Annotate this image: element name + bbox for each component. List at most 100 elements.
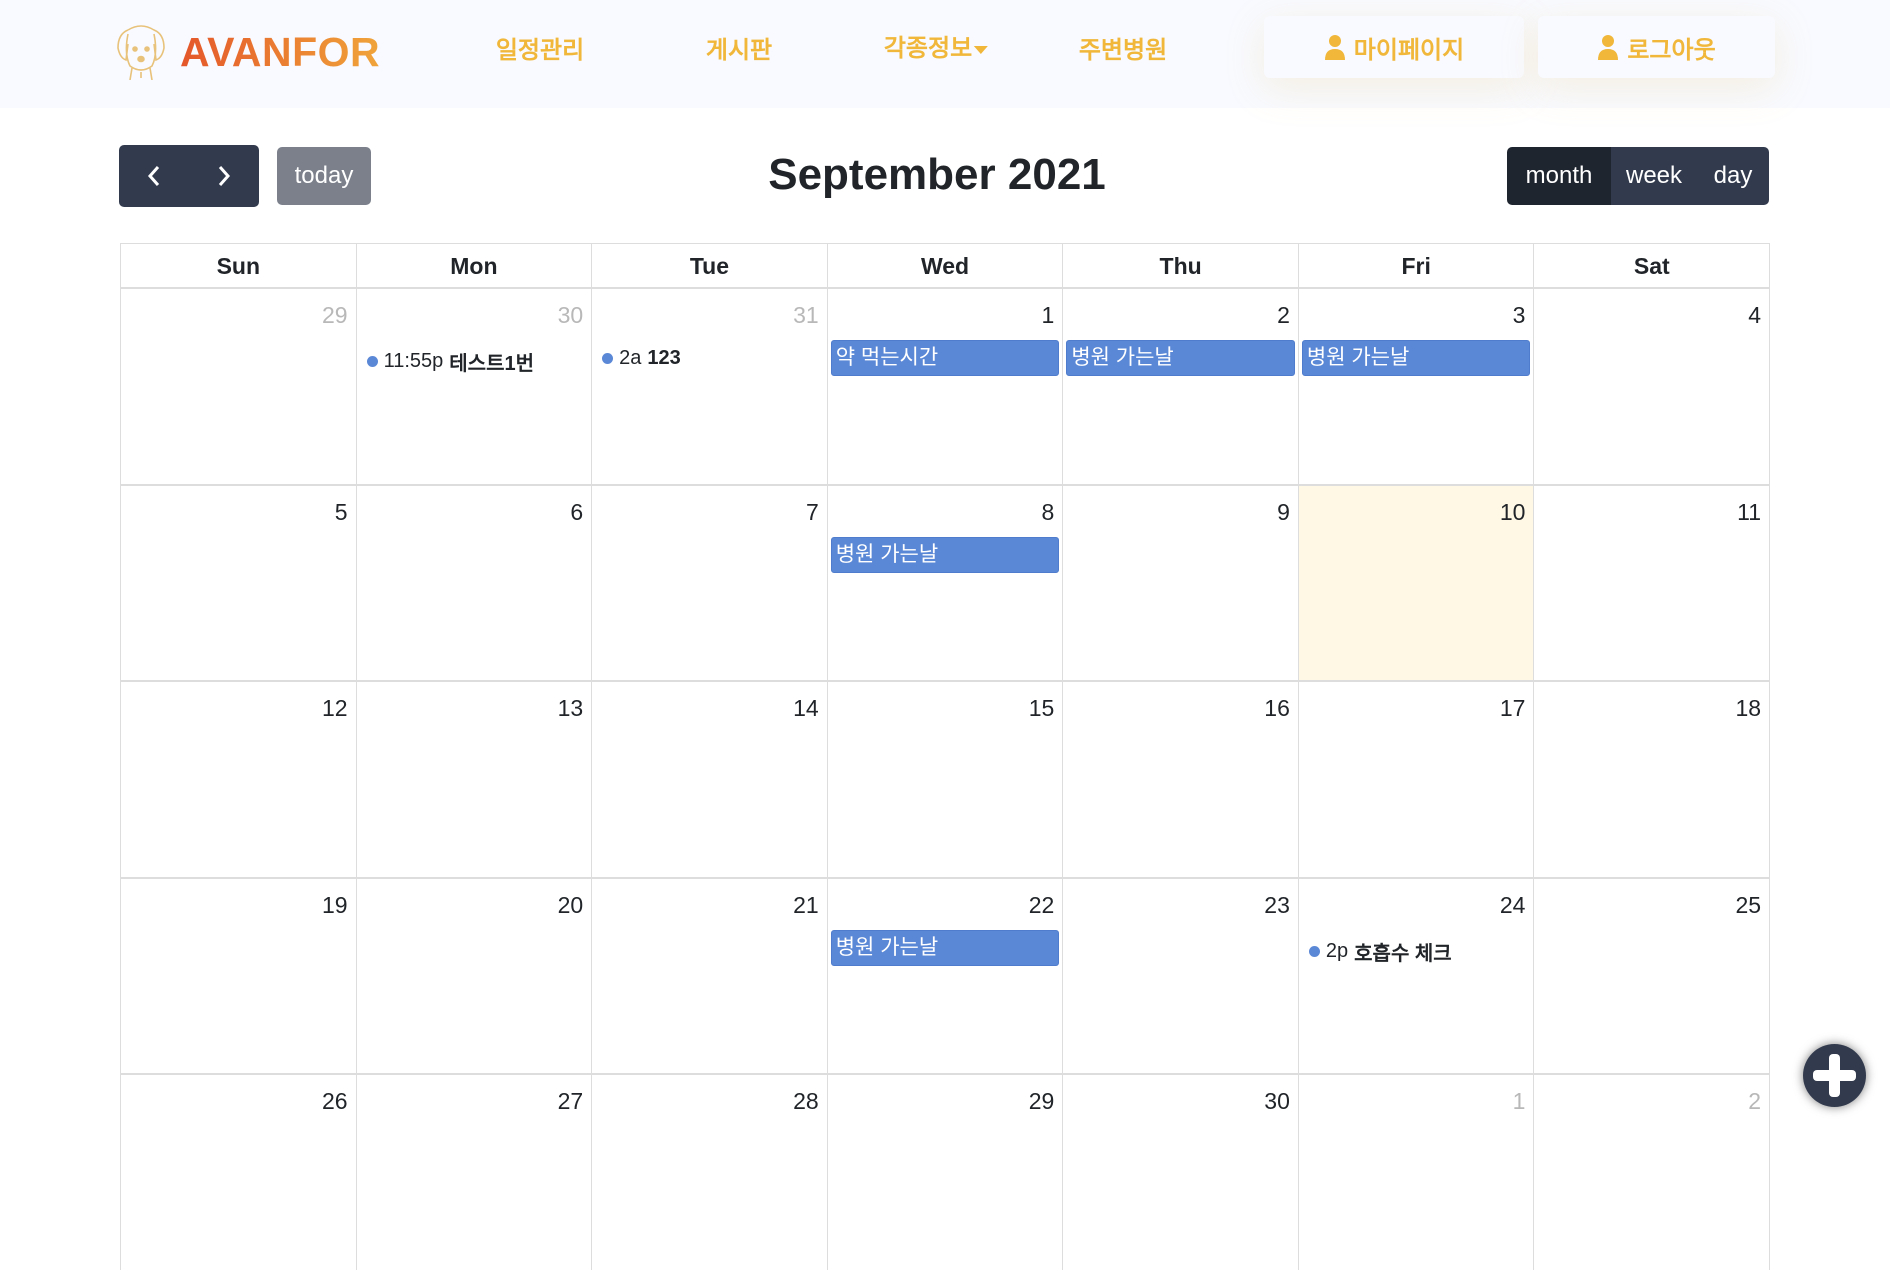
day-number[interactable]: 16 <box>1264 695 1290 722</box>
add-event-button[interactable] <box>1803 1044 1866 1107</box>
weekday-mon: Mon <box>355 244 592 287</box>
nav-info-dropdown[interactable]: 각종정보 <box>884 28 989 63</box>
day-number[interactable]: 5 <box>335 499 348 526</box>
calendar-event[interactable]: 2a 123 <box>602 347 681 370</box>
day-cell[interactable]: 15 <box>826 682 1063 877</box>
mypage-button[interactable]: 마이페이지 <box>1264 16 1524 78</box>
event-time: 2p <box>1325 939 1349 962</box>
calendar-event[interactable]: 약 먹는시간 <box>830 340 1060 376</box>
day-number[interactable]: 6 <box>570 499 583 526</box>
day-number[interactable]: 28 <box>793 1088 819 1115</box>
nav-board[interactable]: 게시판 <box>706 30 772 65</box>
calendar-event[interactable]: 2p 호흡수 체크 <box>1308 937 1452 966</box>
day-cell[interactable]: 30 <box>1062 1075 1298 1270</box>
day-cell[interactable]: 26 <box>120 1075 356 1270</box>
day-cell[interactable]: 14 <box>591 682 827 877</box>
day-number[interactable]: 3 <box>1513 302 1526 329</box>
day-number[interactable]: 7 <box>806 499 819 526</box>
calendar-event[interactable]: 병원 가는날 <box>830 929 1060 966</box>
day-number[interactable]: 20 <box>558 892 584 919</box>
day-number[interactable]: 11 <box>1737 499 1761 526</box>
day-cell[interactable]: 16 <box>1062 682 1298 877</box>
day-number[interactable]: 27 <box>558 1088 584 1115</box>
view-day-button[interactable]: day <box>1697 147 1769 205</box>
day-cell[interactable]: 20 <box>355 878 592 1073</box>
day-number[interactable]: 21 <box>793 892 819 919</box>
day-number[interactable]: 24 <box>1500 892 1526 919</box>
day-cell[interactable]: 4 <box>1533 289 1771 484</box>
day-number[interactable]: 29 <box>322 302 348 329</box>
weekday-thu: Thu <box>1062 244 1298 287</box>
day-number[interactable]: 8 <box>1042 499 1055 526</box>
day-cell[interactable]: 1 약 먹는시간 <box>826 289 1063 484</box>
day-cell[interactable]: 6 <box>355 485 592 680</box>
day-cell[interactable]: 28 <box>591 1075 827 1270</box>
day-cell[interactable]: 23 <box>1062 878 1298 1073</box>
day-cell[interactable]: 21 <box>591 878 827 1073</box>
day-cell[interactable]: 12 <box>120 682 356 877</box>
day-number[interactable]: 13 <box>558 695 584 722</box>
day-number[interactable]: 15 <box>1029 695 1055 722</box>
logout-button[interactable]: 로그아웃 <box>1538 16 1775 78</box>
day-cell[interactable]: 17 <box>1297 682 1534 877</box>
day-number[interactable]: 10 <box>1500 499 1526 526</box>
day-number[interactable]: 22 <box>1029 892 1055 919</box>
calendar-event[interactable]: 병원 가는날 <box>1066 340 1295 376</box>
day-number[interactable]: 18 <box>1735 695 1761 722</box>
day-cell[interactable]: 30 11:55p 테스트1번 <box>355 289 592 484</box>
day-cell[interactable]: 5 <box>120 485 356 680</box>
day-number[interactable]: 1 <box>1042 302 1055 329</box>
day-cell[interactable]: 2 병원 가는날 <box>1062 289 1298 484</box>
weekday-fri: Fri <box>1297 244 1534 287</box>
calendar-event[interactable]: 병원 가는날 <box>830 536 1060 573</box>
day-cell[interactable]: 2 <box>1533 1075 1771 1270</box>
day-number[interactable]: 14 <box>793 695 819 722</box>
day-number[interactable]: 31 <box>793 302 819 329</box>
calendar-event[interactable]: 병원 가는날 <box>1301 340 1531 376</box>
day-cell[interactable]: 1 <box>1297 1075 1534 1270</box>
day-number[interactable]: 1 <box>1513 1088 1526 1115</box>
day-cell[interactable]: 7 <box>591 485 827 680</box>
day-cell[interactable]: 18 <box>1533 682 1771 877</box>
day-number[interactable]: 4 <box>1748 302 1761 329</box>
mypage-label: 마이페이지 <box>1353 36 1465 64</box>
day-number[interactable]: 2 <box>1748 1088 1761 1115</box>
day-number[interactable]: 30 <box>558 302 584 329</box>
event-title: 123 <box>647 347 681 369</box>
day-number[interactable]: 25 <box>1735 892 1761 919</box>
day-cell[interactable]: 24 2p 호흡수 체크 <box>1297 878 1534 1073</box>
day-cell[interactable]: 9 <box>1062 485 1298 680</box>
day-number[interactable]: 29 <box>1029 1088 1055 1115</box>
day-cell[interactable]: 13 <box>355 682 592 877</box>
event-dot-icon <box>602 353 614 364</box>
day-cell[interactable]: 27 <box>355 1075 592 1270</box>
day-cell[interactable]: 22 병원 가는날 <box>826 878 1063 1073</box>
day-cell[interactable]: 29 <box>120 289 356 484</box>
day-number[interactable]: 26 <box>322 1088 348 1115</box>
day-number[interactable]: 30 <box>1264 1088 1290 1115</box>
view-week-button[interactable]: week <box>1611 147 1697 205</box>
day-number[interactable]: 2 <box>1277 302 1290 329</box>
day-number[interactable]: 9 <box>1277 499 1290 526</box>
day-cell[interactable]: 11 <box>1533 485 1771 680</box>
event-dot-icon <box>1308 945 1320 957</box>
nav-nearby-hospital[interactable]: 주변병원 <box>1079 30 1167 65</box>
day-cell[interactable]: 8 병원 가는날 <box>826 485 1063 680</box>
day-cell[interactable]: 19 <box>120 878 356 1073</box>
event-time: 2a <box>619 347 642 369</box>
logo[interactable]: AVANFOR <box>114 24 380 80</box>
day-cell[interactable]: 3 병원 가는날 <box>1297 289 1534 484</box>
day-number[interactable]: 23 <box>1264 892 1290 919</box>
day-cell-today[interactable]: 10 <box>1297 485 1534 680</box>
day-number[interactable]: 12 <box>322 695 348 722</box>
nav-schedule[interactable]: 일정관리 <box>496 30 584 65</box>
day-cell[interactable]: 25 <box>1533 878 1771 1073</box>
weekday-sun: Sun <box>120 244 356 287</box>
weekday-wed: Wed <box>826 244 1063 287</box>
day-number[interactable]: 19 <box>322 892 348 919</box>
day-cell[interactable]: 31 2a 123 <box>591 289 827 484</box>
view-month-button[interactable]: month <box>1507 147 1611 205</box>
day-number[interactable]: 17 <box>1500 695 1526 722</box>
calendar-event[interactable]: 11:55p 테스트1번 <box>366 347 534 376</box>
day-cell[interactable]: 29 <box>826 1075 1063 1270</box>
